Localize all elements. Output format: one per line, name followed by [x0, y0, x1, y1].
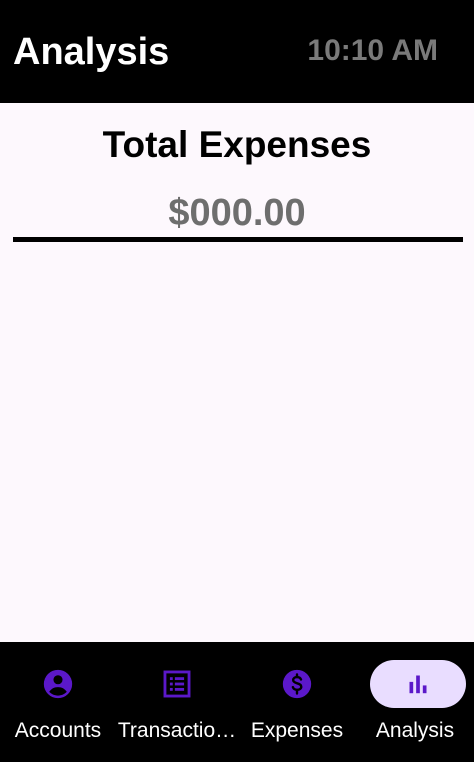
page-title: Analysis [13, 31, 170, 73]
nav-item-expenses[interactable]: Expenses [238, 642, 356, 762]
nav-pill-analysis-active [370, 660, 466, 708]
nav-label-transactions: Transactio… [117, 719, 237, 742]
bottom-navigation: Accounts Transactio… Expenses Analysis [0, 642, 474, 762]
dollar-circle-icon [282, 669, 312, 699]
list-icon [163, 670, 191, 698]
nav-item-transactions[interactable]: Transactio… [116, 642, 238, 762]
status-time: 10:10 AM [307, 34, 438, 67]
nav-label-expenses: Expenses [250, 719, 344, 742]
nav-pill-transactions [140, 660, 214, 708]
nav-pill-accounts [21, 660, 95, 708]
nav-label-accounts: Accounts [14, 719, 102, 742]
top-app-bar: Analysis 10:10 AM [0, 0, 474, 103]
bar-chart-icon [409, 675, 427, 694]
total-expenses-heading: Total Expenses [102, 124, 372, 165]
nav-label-analysis: Analysis [375, 719, 455, 742]
nav-pill-expenses [260, 660, 334, 708]
nav-item-analysis[interactable]: Analysis [356, 642, 474, 762]
analysis-content: Total Expenses $000.00 [0, 103, 474, 642]
nav-item-accounts[interactable]: Accounts [0, 642, 116, 762]
account-circle-icon [43, 669, 73, 699]
total-expenses-amount: $000.00 [168, 192, 306, 234]
divider [13, 237, 463, 242]
